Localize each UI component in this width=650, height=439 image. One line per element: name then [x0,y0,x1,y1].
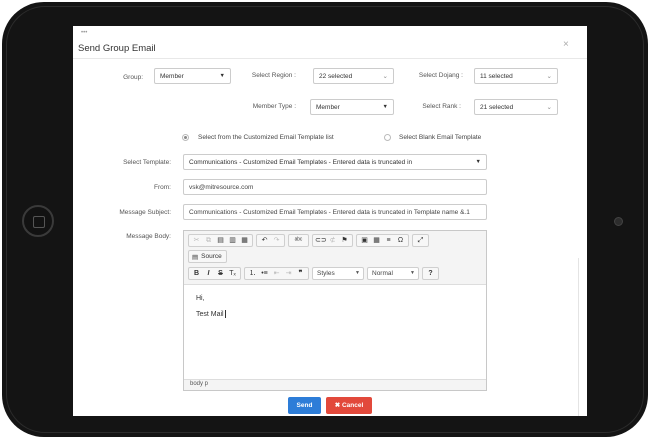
group-label: Group: [123,74,143,81]
rank-select-value: 21 selected [480,104,514,111]
dojang-select-value: 11 selected [480,73,513,80]
cancel-button[interactable]: ✖ Cancel [326,397,372,414]
member-type-label: Member Type : [252,103,296,110]
image-icon[interactable]: ▣ [359,235,370,246]
toolbar-row-2: B I S Tₓ ⒈ •≡ ⇤ ⇥ ❞ Styles ▼ Normal ▼ ? [188,267,439,280]
table-icon[interactable]: ▦ [371,235,382,246]
unlink-icon[interactable]: ⊄ [327,235,338,246]
toolbar-row-1: ✂ ⧉ ▤ ▥ ▦ ↶ ↷ ᵃᵇᶜ ⊂⊃ ⊄ ⚑ ▣ ▦ ≡ Ω ⤢ [188,234,429,247]
undo-icon[interactable]: ↶ [259,235,270,246]
cut-icon[interactable]: ✂ [191,235,202,246]
send-button[interactable]: Send [288,397,321,414]
caret-down-icon: ▼ [475,159,481,165]
help-group: ? [422,267,439,280]
dojang-select[interactable]: 11 selected ⌄ [474,68,558,84]
format-group: B I S Tₓ [188,267,241,280]
group-select[interactable]: Member ▼ [154,68,231,84]
scroll-track [578,258,579,416]
bold-icon[interactable]: B [191,268,202,279]
chevron-down-icon: ⌄ [546,104,552,111]
bullet-list-icon[interactable]: •≡ [259,268,270,279]
screen: ••• Send Group Email × Group: Member ▼ S… [73,26,587,416]
camera-icon [614,217,623,226]
chevron-down-icon: ⌄ [382,73,388,80]
indent-icon[interactable]: ⇥ [283,268,294,279]
tablet-frame: ••• Send Group Email × Group: Member ▼ S… [2,2,648,437]
paste-text-icon[interactable]: ▥ [227,235,238,246]
styles-dropdown[interactable]: Styles ▼ [312,267,364,280]
region-label: Select Region : [251,72,296,79]
numbered-list-icon[interactable]: ⒈ [247,268,258,279]
caret-down-icon: ▼ [410,270,415,276]
close-icon[interactable]: × [563,39,569,50]
subject-label: Message Subject: [119,209,171,216]
redo-icon[interactable]: ↷ [271,235,282,246]
strikethrough-icon[interactable]: S [215,268,226,279]
source-button[interactable]: ▤ Source [188,250,227,263]
radio-custom-template-label[interactable]: Select from the Customized Email Templat… [198,134,334,141]
rich-text-editor: ✂ ⧉ ▤ ▥ ▦ ↶ ↷ ᵃᵇᶜ ⊂⊃ ⊄ ⚑ ▣ ▦ ≡ Ω ⤢ ▤ Sou… [183,230,487,391]
special-char-icon[interactable]: Ω [395,235,406,246]
editor-content-area[interactable]: Hi, Test Mail [184,284,486,380]
region-select[interactable]: 22 selected ⌄ [313,68,394,84]
paste-word-icon[interactable]: ▦ [239,235,250,246]
element-path[interactable]: body p [190,381,208,387]
radio-blank-template[interactable] [384,134,391,141]
undo-group: ↶ ↷ [256,234,285,247]
list-group: ⒈ •≡ ⇤ ⇥ ❞ [244,267,309,280]
caret-down-icon: ▼ [355,270,360,276]
source-label: Source [201,253,222,260]
styles-label: Styles [317,270,335,277]
from-label: From: [154,184,171,191]
caret-down-icon: ▼ [219,73,225,79]
rank-label: Select Rank : [422,103,461,110]
body-line-2-text: Test Mail [196,310,224,318]
spellcheck-group: ᵃᵇᶜ [288,234,309,247]
text-cursor [224,310,226,318]
body-line-1: Hi, [196,295,205,302]
outdent-icon[interactable]: ⇤ [271,268,282,279]
template-label: Select Template: [123,159,171,166]
maximize-group: ⤢ [412,234,429,247]
anchor-flag-icon[interactable]: ⚑ [339,235,350,246]
subject-field[interactable]: Communications - Customized Email Templa… [183,204,487,220]
chevron-down-icon: ⌄ [546,73,552,80]
region-select-value: 22 selected [319,73,353,80]
dojang-label: Select Dojang : [418,72,463,79]
template-select[interactable]: Communications - Customized Email Templa… [183,154,487,170]
format-dropdown[interactable]: Normal ▼ [367,267,419,280]
member-type-select-value: Member [316,104,340,111]
link-icon[interactable]: ⊂⊃ [315,235,327,246]
insert-group: ▣ ▦ ≡ Ω [356,234,409,247]
modal-title: Send Group Email [78,43,156,54]
member-type-select[interactable]: Member ▼ [310,99,394,115]
header-dots: ••• [81,30,88,36]
clipboard-group: ✂ ⧉ ▤ ▥ ▦ [188,234,253,247]
radio-blank-template-label[interactable]: Select Blank Email Template [399,134,481,141]
body-line-2: Test Mail [196,310,226,318]
help-icon[interactable]: ? [425,268,436,279]
rank-select[interactable]: 21 selected ⌄ [474,99,558,115]
copy-icon[interactable]: ⧉ [203,235,214,246]
home-button [22,205,54,237]
paste-icon[interactable]: ▤ [215,235,226,246]
format-label: Normal [372,270,393,277]
caret-down-icon: ▼ [382,104,388,110]
spellcheck-icon[interactable]: ᵃᵇᶜ [291,235,306,246]
from-field[interactable]: vsk@mitresource.com [183,179,487,195]
source-icon: ▤ [192,254,199,261]
body-label: Message Body: [126,233,171,240]
italic-icon[interactable]: I [203,268,214,279]
group-select-value: Member [160,73,184,80]
link-group: ⊂⊃ ⊄ ⚑ [312,234,353,247]
remove-format-icon[interactable]: Tₓ [227,268,238,279]
horizontal-line-icon[interactable]: ≡ [383,235,394,246]
header-divider [73,58,587,59]
maximize-icon[interactable]: ⤢ [415,235,426,246]
blockquote-icon[interactable]: ❞ [295,268,306,279]
radio-custom-template[interactable] [182,134,189,141]
template-select-value: Communications - Customized Email Templa… [189,159,413,166]
